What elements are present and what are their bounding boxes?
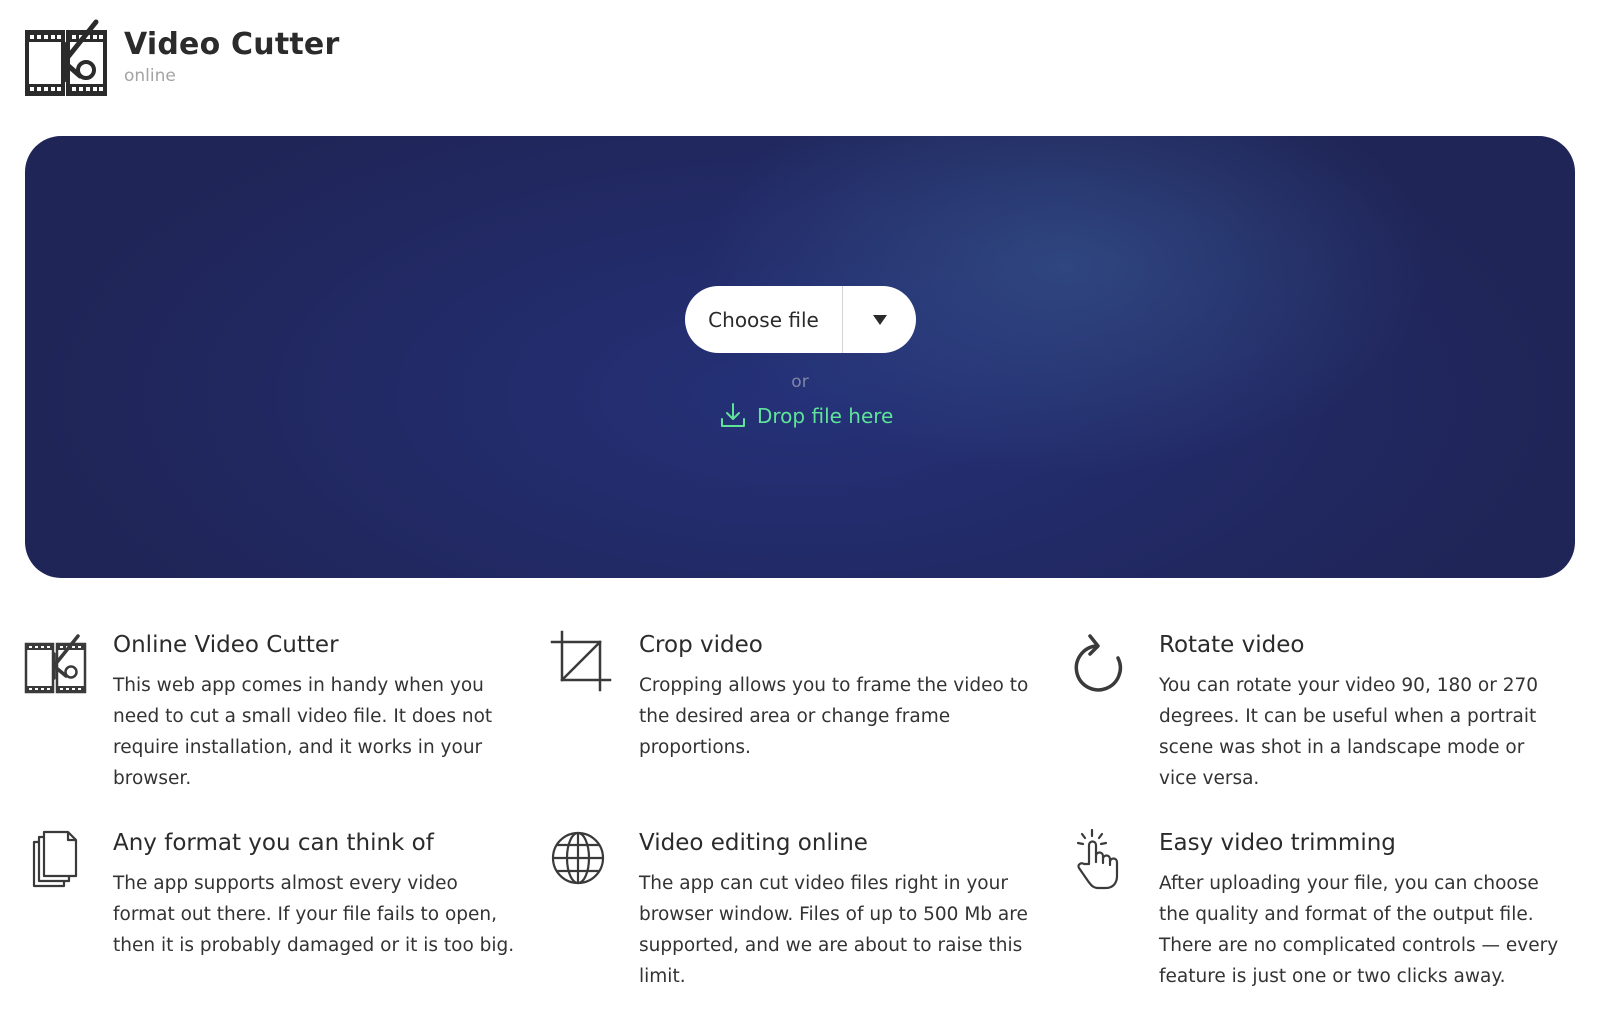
drop-file-label: Drop file here [757, 404, 894, 428]
film-scissors-icon [24, 634, 87, 694]
feature-description: After uploading your file, you can choos… [1159, 873, 1559, 987]
files-stack-icon [32, 830, 78, 888]
feature-title: Rotate video [1159, 632, 1305, 658]
feature-title: Easy video trimming [1159, 830, 1396, 856]
choose-source-dropdown[interactable] [843, 286, 916, 353]
feature-description: The app can cut video files right in you… [639, 873, 1028, 987]
feature-title: Any format you can think of [113, 830, 434, 856]
feature-description: You can rotate your video 90, 180 or 270… [1159, 675, 1539, 789]
brand-text: Video Cutter online [124, 28, 339, 88]
feature-description: The app supports almost every video form… [113, 873, 515, 956]
brand-subtitle: online [124, 66, 176, 86]
download-tray-icon [721, 403, 745, 427]
feature-description: Cropping allows you to frame the video t… [639, 675, 1029, 758]
or-separator: or [791, 372, 809, 392]
film-scissors-icon [25, 19, 107, 96]
brand-link[interactable]: Video Cutter online [24, 18, 339, 98]
upload-dropzone[interactable]: Choose file or Drop file here [25, 136, 1575, 578]
feature-description: This web app comes in handy when you nee… [113, 675, 493, 789]
feature-title: Crop video [639, 632, 763, 658]
globe-icon [551, 831, 605, 885]
crop-icon [550, 630, 612, 692]
drop-file-link[interactable]: Drop file here [718, 401, 893, 431]
brand-title: Video Cutter [124, 27, 340, 62]
feature-title: Video editing online [639, 830, 868, 856]
caret-down-icon [872, 314, 887, 325]
feature-title: Online Video Cutter [113, 632, 339, 658]
choose-file-button[interactable]: Choose file [685, 286, 843, 353]
choose-file-group: Choose file [685, 286, 916, 353]
rotate-icon [1074, 634, 1123, 692]
tap-hand-icon [1076, 828, 1119, 890]
